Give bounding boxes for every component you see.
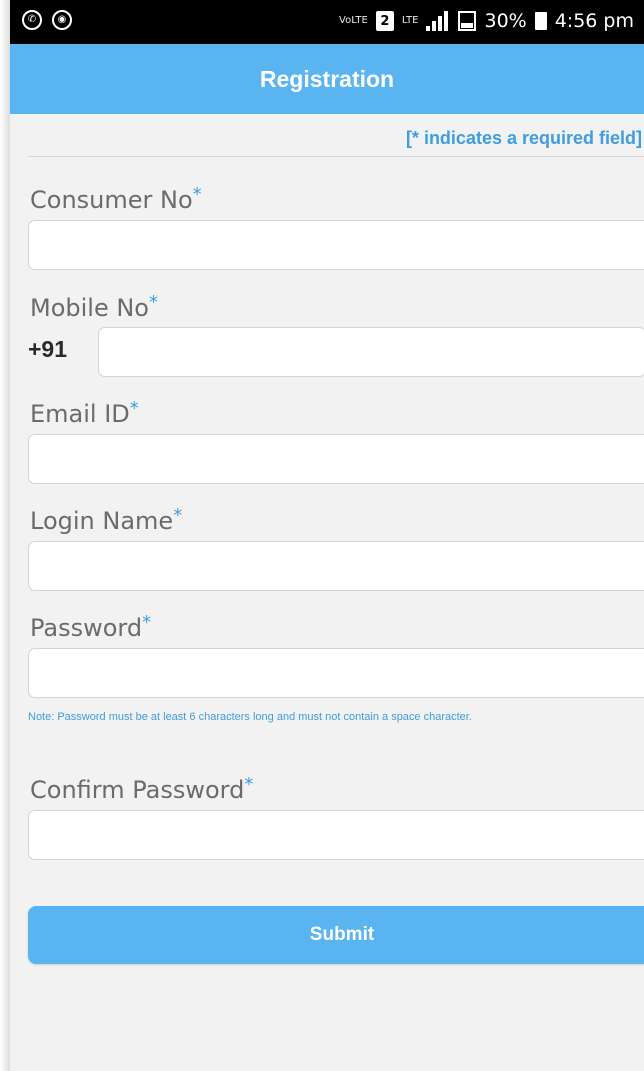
network-type: LTE bbox=[401, 15, 419, 26]
status-bar: ✆ ◉ VoLTE 2 LTE 30% 4:56 pm bbox=[10, 0, 644, 44]
required-mark: * bbox=[192, 184, 202, 205]
page-title: Registration bbox=[259, 65, 395, 92]
required-mark: * bbox=[244, 774, 254, 795]
status-left-icons: ✆ ◉ bbox=[22, 10, 72, 30]
sim-badge: 2 bbox=[375, 11, 394, 31]
storage-icon bbox=[458, 11, 477, 31]
battery-icon bbox=[534, 12, 547, 30]
consumer-no-label: Consumer No* bbox=[30, 184, 202, 214]
consumer-no-input[interactable] bbox=[28, 220, 644, 270]
signal-icon bbox=[426, 11, 450, 31]
phone-screen: ✆ ◉ VoLTE 2 LTE 30% 4:56 pm Registration… bbox=[10, 0, 644, 1071]
whatsapp-icon: ✆ bbox=[22, 10, 42, 30]
location-icon: ◉ bbox=[52, 10, 72, 30]
login-name-label-text: Login Name bbox=[30, 507, 174, 535]
consumer-no-label-text: Consumer No bbox=[30, 186, 193, 214]
login-name-input[interactable] bbox=[28, 541, 644, 591]
password-label-text: Password bbox=[30, 614, 143, 642]
required-field-note: [* indicates a required field] bbox=[405, 128, 642, 148]
screenshot-shadow bbox=[0, 0, 10, 1071]
password-label: Password* bbox=[30, 612, 152, 642]
password-input[interactable] bbox=[28, 648, 644, 698]
mobile-no-label: Mobile No* bbox=[30, 292, 158, 322]
volte-indicator: VoLTE bbox=[339, 15, 368, 26]
status-right-icons: VoLTE 2 LTE 30% 4:56 pm bbox=[339, 10, 634, 32]
login-name-label: Login Name* bbox=[30, 505, 183, 535]
required-mark: * bbox=[173, 505, 183, 526]
required-mark: * bbox=[149, 292, 158, 313]
mobile-no-input[interactable] bbox=[98, 327, 644, 377]
clock: 4:56 pm bbox=[554, 10, 634, 32]
battery-percent: 30% bbox=[484, 10, 527, 32]
email-input[interactable] bbox=[28, 434, 644, 484]
confirm-password-label: Confirm Password* bbox=[30, 774, 254, 804]
required-mark: * bbox=[129, 398, 139, 419]
submit-button[interactable]: Submit bbox=[28, 906, 644, 964]
required-mark: * bbox=[142, 612, 152, 633]
email-label: Email ID* bbox=[30, 398, 139, 428]
confirm-password-label-text: Confirm Password bbox=[30, 776, 245, 804]
mobile-no-label-text: Mobile No bbox=[30, 294, 149, 322]
email-label-text: Email ID bbox=[30, 400, 130, 428]
password-note: Note: Password must be at least 6 charac… bbox=[28, 711, 472, 723]
country-code-prefix: +91 bbox=[28, 336, 68, 362]
app-header: Registration bbox=[10, 44, 644, 114]
divider bbox=[28, 156, 644, 157]
confirm-password-input[interactable] bbox=[28, 810, 644, 860]
